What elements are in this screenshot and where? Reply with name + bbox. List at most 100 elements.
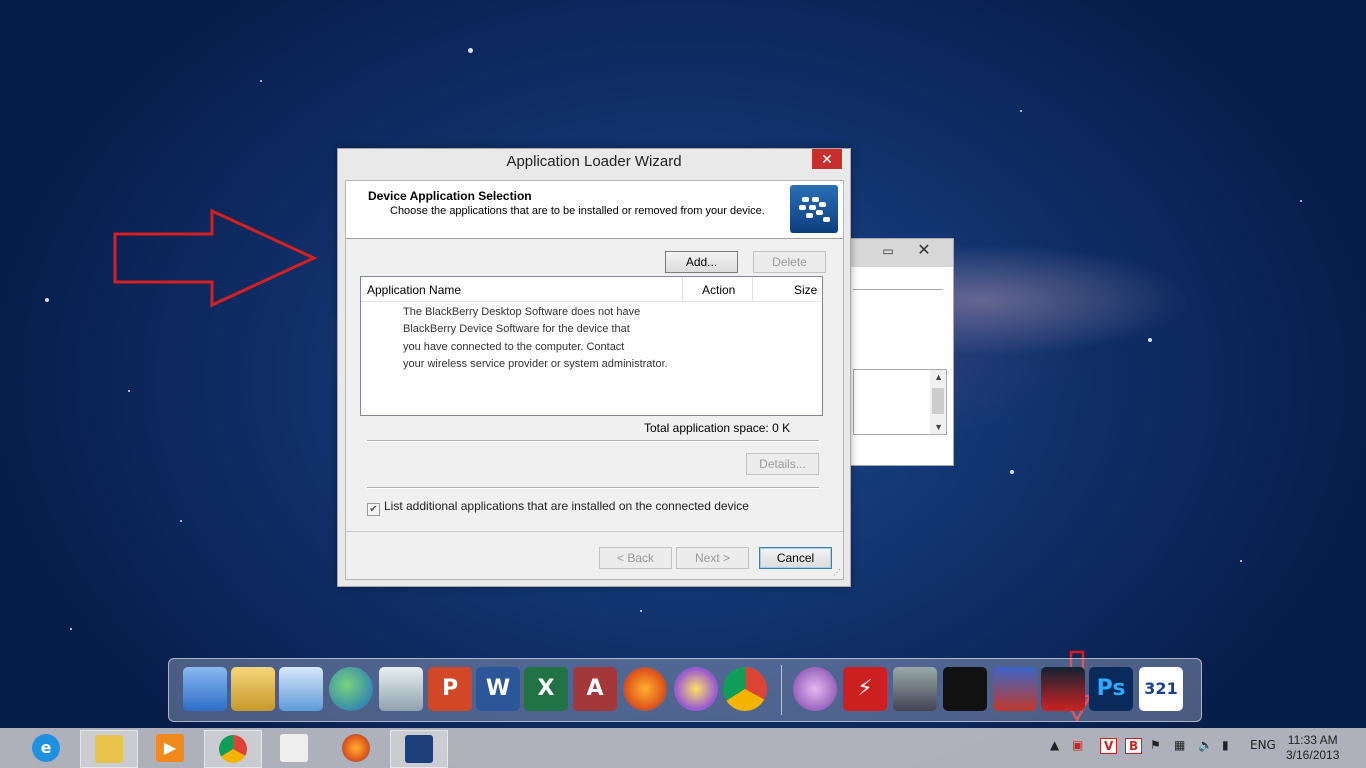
chrome-icon [219,735,247,763]
list-header: Application Name Action Size [361,277,822,302]
scrollbar-thumb[interactable] [932,388,944,414]
blackberry-icon [405,735,433,763]
no-software-message: The BlackBerry Desktop Software does not… [403,304,668,373]
divider [853,289,943,290]
blackberry-logo-icon [790,185,838,233]
scroll-up-icon[interactable]: ▲ [934,372,943,382]
total-label: Total application space: [644,421,769,435]
mpc-label: 321 [1144,679,1178,698]
divider [367,440,819,442]
network-icon[interactable] [329,667,373,711]
access-icon[interactable]: A [573,667,617,711]
message-line: you have connected to the computer. Cont… [403,340,625,353]
cancel-button[interactable]: Cancel [759,547,832,569]
excel-letter: X [537,676,555,701]
list-additional-checkbox[interactable]: ✔ List additional applications that are i… [367,499,749,516]
control-panel-icon[interactable] [279,667,323,711]
language-indicator[interactable]: ENG [1250,738,1276,752]
scroll-down-icon[interactable]: ▼ [934,422,943,432]
taskbar-file-explorer[interactable] [80,730,138,768]
header-subtitle: Choose the applications that are to be i… [390,205,765,217]
taskbar-firefox[interactable] [328,730,384,766]
dialog-title: Application Loader Wizard [506,153,682,170]
divider [367,487,819,489]
powerpoint-icon[interactable]: P [428,667,472,711]
message-line: BlackBerry Device Software for the devic… [403,323,630,336]
resize-grip-icon[interactable]: ⋰ [833,568,841,577]
firefox-icon[interactable] [623,667,667,711]
flash-icon[interactable]: ⚡ [843,667,887,711]
application-list[interactable]: Application Name Action Size The BlackBe… [360,276,823,416]
add-button[interactable]: Add... [665,251,738,273]
column-application-name[interactable]: Application Name [367,283,461,297]
firefox-icon [342,734,370,762]
checkbox-icon[interactable]: ✔ [367,503,380,516]
column-size[interactable]: Size [794,283,817,297]
header-title: Device Application Selection [368,189,532,203]
network-tray-icon[interactable]: ▦ [1174,738,1185,752]
scrollbar[interactable]: ▲ ▼ [930,370,946,434]
computer-icon[interactable] [183,667,227,711]
total-value: 0 K [772,421,791,435]
taskbar-unknown-app[interactable] [266,730,322,766]
taskbar-chrome[interactable] [204,730,262,768]
power-icon[interactable]: ▮ [1222,738,1229,752]
yahoo-messenger-icon[interactable] [674,667,718,711]
application-loader-wizard-dialog: Application Loader Wizard ✕ Device Appli… [337,148,851,587]
background-list[interactable]: ▲ ▼ [853,369,947,435]
star-wars-icon[interactable] [993,667,1037,711]
word-letter: W [485,676,511,701]
dock: P W X A ⚡ Ps 321 [168,658,1202,722]
internet-explorer-icon: e [32,734,60,762]
tray-b-icon[interactable]: B [1125,738,1143,754]
delete-button[interactable]: Delete [753,251,826,273]
background-window-titlebar[interactable]: ▭ ✕ [849,239,953,267]
taskbar-blackberry-desktop[interactable] [390,730,448,768]
word-icon[interactable]: W [476,667,520,711]
powerpoint-letter: P [441,676,459,701]
clock-time: 11:33 AM [1287,733,1338,747]
action-center-flag-icon[interactable]: ⚑ [1150,738,1161,752]
clock[interactable]: 11:33 AM 3/16/2013 [1286,733,1339,763]
photoshop-letters: Ps [1096,676,1126,701]
excel-icon[interactable]: X [524,667,568,711]
user-folder-icon[interactable] [231,667,275,711]
show-hidden-icons[interactable]: ▲ [1050,738,1059,752]
maximize-icon[interactable]: ▭ [881,244,895,258]
clock-date: 3/16/2013 [1286,748,1340,762]
media-player-classic-icon[interactable]: 321 [1139,667,1183,711]
wizard-header: Device Application Selection Choose the … [346,181,843,239]
back-button[interactable]: < Back [599,547,672,569]
right-arrow-annotation [113,208,318,308]
footer-divider [346,531,843,532]
angry-birds-space-icon[interactable] [1041,667,1085,711]
message-line: your wireless service provider or system… [403,357,668,370]
message-line: The BlackBerry Desktop Software does not… [403,306,641,318]
column-action[interactable]: Action [702,283,735,297]
chrome-icon[interactable] [723,667,767,711]
dock-separator [781,665,782,715]
folder-icon [95,735,123,763]
taskbar-media-player[interactable]: ▶ [142,730,198,766]
next-button[interactable]: Next > [676,547,749,569]
media-player-icon: ▶ [156,734,184,762]
photoshop-icon[interactable]: Ps [1089,667,1133,711]
app-icon [280,734,308,762]
access-letter: A [586,676,604,701]
taskbar: e ▶ ▲ ▣ V B ⚑ ▦ 🔈 ▮ ENG 11:33 AM 3/16/20… [0,728,1366,768]
recycle-bin-icon[interactable] [379,667,423,711]
close-button[interactable]: ✕ [812,149,842,169]
volume-icon[interactable]: 🔈 [1198,738,1213,752]
close-icon[interactable]: ✕ [901,241,947,261]
background-window[interactable]: ▭ ✕ ▲ ▼ [848,238,954,466]
blackberry-icon[interactable] [943,667,987,711]
taskbar-internet-explorer[interactable]: e [18,730,74,766]
tray-app-icon[interactable]: ▣ [1072,738,1083,752]
total-application-space: Total application space: 0 K [644,421,790,435]
details-button[interactable]: Details... [746,453,819,475]
dialog-body: Device Application Selection Choose the … [345,180,844,580]
tray-v-icon[interactable]: V [1100,738,1118,754]
checkbox-label: List additional applications that are in… [384,499,749,513]
chip-icon[interactable] [893,667,937,711]
itunes-icon[interactable] [793,667,837,711]
